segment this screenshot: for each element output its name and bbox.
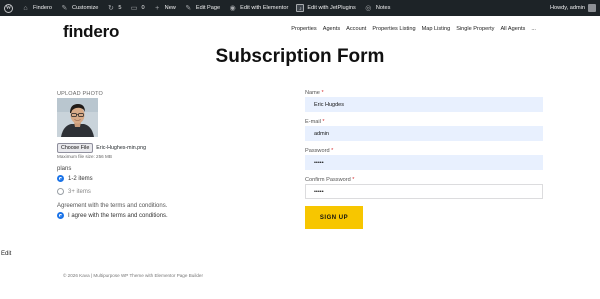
plan-option-label: 3+ items xyxy=(68,188,91,195)
radio-selected-icon[interactable] xyxy=(57,175,64,182)
email-label-text: E-mail xyxy=(305,119,321,125)
upload-photo-label: UPLOAD PHOTO xyxy=(57,91,104,97)
email-field[interactable]: admin xyxy=(305,126,543,141)
nav-item-agents[interactable]: Agents xyxy=(323,26,340,32)
elementor-icon: ◉ xyxy=(229,4,236,12)
page-title: Subscription Form xyxy=(215,46,385,67)
confirm-password-label: Confirm Password * xyxy=(305,177,354,183)
password-field[interactable]: ••••• xyxy=(305,155,543,170)
comment-icon: ▭ xyxy=(130,4,138,12)
name-label: Name * xyxy=(305,90,324,96)
updates-icon: ↻ xyxy=(107,4,114,12)
edit-elementor-link[interactable]: ◉ Edit with Elementor xyxy=(224,0,292,16)
nav-item-single-property[interactable]: Single Property xyxy=(456,26,494,32)
profile-photo-preview xyxy=(57,98,98,137)
plan-option-1-2-items[interactable]: 1-2 items xyxy=(57,175,93,182)
comments-count: 0 xyxy=(141,5,145,11)
brush-icon: ✎ xyxy=(61,4,68,12)
confirm-password-label-text: Confirm Password xyxy=(305,177,351,183)
wordpress-menu[interactable]: W xyxy=(0,0,17,16)
edit-elementor-label: Edit with Elementor xyxy=(240,5,289,11)
nav-item-account[interactable]: Account xyxy=(346,26,366,32)
updates-count: 5 xyxy=(118,5,122,11)
home-icon: ⌂ xyxy=(23,4,28,12)
name-value: Eric Hugdes xyxy=(314,101,344,108)
admin-bar: W ⌂ Findero ✎ Customize ↻ 5 ▭ 0 + New ✎ … xyxy=(0,0,600,16)
edit-jetplugins-label: Edit with JetPlugins xyxy=(307,5,356,11)
customize-link[interactable]: ✎ Customize xyxy=(56,0,102,16)
choose-file-button[interactable]: Choose File xyxy=(57,143,94,153)
pencil-icon: ✎ xyxy=(185,4,192,12)
plans-label: plans xyxy=(57,166,72,172)
confirm-password-field[interactable]: ••••• xyxy=(305,184,543,199)
file-input[interactable]: Choose File Eric-Hughes-min.png xyxy=(57,143,146,153)
person-photo-icon xyxy=(57,98,98,137)
site-logo[interactable]: findero xyxy=(63,22,119,42)
confirm-password-value: ••••• xyxy=(314,188,324,195)
edit-link[interactable]: Edit xyxy=(1,251,11,257)
edit-page-label: Edit Page xyxy=(195,5,221,11)
notes-icon: ◎ xyxy=(365,4,372,12)
wordpress-logo-icon: W xyxy=(4,3,13,13)
required-mark: * xyxy=(352,177,355,183)
password-label: Password * xyxy=(305,148,333,154)
site-name-label: Findero xyxy=(33,5,52,11)
notes-label: Notes xyxy=(375,5,391,11)
agreement-option-label: I agree with the terms and conditions. xyxy=(68,212,168,219)
required-mark: * xyxy=(321,90,324,96)
plan-option-label: 1-2 items xyxy=(68,175,93,182)
edit-page-link[interactable]: ✎ Edit Page xyxy=(180,0,224,16)
sign-up-button[interactable]: SIGN UP xyxy=(305,206,363,229)
updates-link[interactable]: ↻ 5 xyxy=(102,0,125,16)
site-name-link[interactable]: ⌂ Findero xyxy=(17,0,56,16)
radio-unselected-icon[interactable] xyxy=(57,188,64,195)
avatar xyxy=(588,4,596,12)
plan-option-3-plus-items[interactable]: 3+ items xyxy=(57,188,91,195)
main-nav: Properties Agents Account Properties Lis… xyxy=(291,26,536,32)
nav-item-map-listing[interactable]: Map Listing xyxy=(422,26,451,32)
howdy-label: Howdy, admin xyxy=(549,5,585,11)
nav-item-properties[interactable]: Properties xyxy=(291,26,317,32)
radio-selected-icon[interactable] xyxy=(57,212,64,219)
footer-copyright: © 2026 Kava | Multipurpose WP Theme with… xyxy=(63,273,203,278)
agreement-option[interactable]: I agree with the terms and conditions. xyxy=(57,212,168,219)
required-mark: * xyxy=(331,148,334,154)
name-label-text: Name xyxy=(305,90,320,96)
nav-item-all-agents[interactable]: All Agents xyxy=(500,26,525,32)
name-field[interactable]: Eric Hugdes xyxy=(305,97,543,112)
selected-file-name: Eric-Hughes-min.png xyxy=(96,145,147,151)
email-value: admin xyxy=(314,130,329,137)
max-file-size-note: Maximum file size: 256 MB xyxy=(57,154,112,159)
password-label-text: Password xyxy=(305,148,330,154)
comments-link[interactable]: ▭ 0 xyxy=(126,0,149,16)
new-label: New xyxy=(164,5,176,11)
nav-item-properties-listing[interactable]: Properties Listing xyxy=(372,26,415,32)
plus-icon: + xyxy=(155,4,160,12)
new-content-link[interactable]: + New xyxy=(149,0,180,16)
email-label: E-mail * xyxy=(305,119,325,125)
customize-label: Customize xyxy=(71,5,99,11)
account-menu[interactable]: Howdy, admin xyxy=(550,4,600,12)
notes-link[interactable]: ◎ Notes xyxy=(360,0,395,16)
jetplugins-icon: J xyxy=(296,4,305,12)
password-value: ••••• xyxy=(314,159,324,166)
edit-jetplugins-link[interactable]: J Edit with JetPlugins xyxy=(292,0,360,16)
nav-item-more[interactable]: ... xyxy=(531,26,536,32)
required-mark: * xyxy=(322,119,325,125)
agreement-label: Agreement with the terms and conditions. xyxy=(57,203,168,209)
